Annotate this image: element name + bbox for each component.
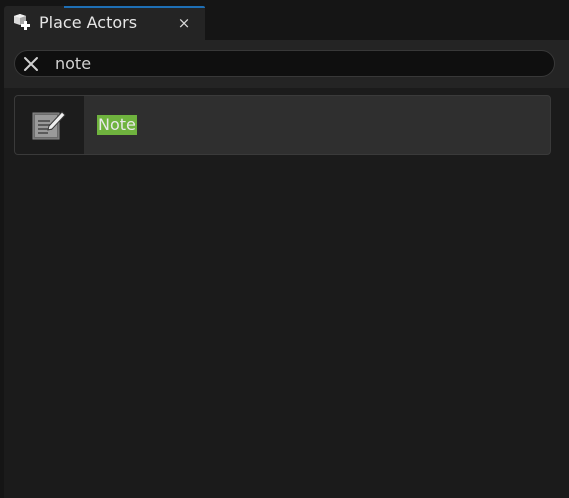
result-thumbnail [15, 96, 84, 154]
result-label: Note [97, 115, 137, 135]
search-box[interactable] [14, 50, 555, 77]
close-icon [24, 57, 38, 71]
tab-active-indicator [64, 6, 205, 8]
place-actors-icon [10, 12, 32, 34]
tab-place-actors[interactable]: Place Actors × [4, 6, 205, 40]
close-tab-button[interactable]: × [174, 13, 194, 33]
tab-title: Place Actors [39, 13, 138, 32]
results-list: Note [14, 95, 551, 155]
search-input[interactable] [55, 51, 535, 76]
clear-search-button[interactable] [21, 54, 41, 74]
note-icon [32, 111, 66, 140]
tab-bar: Place Actors × [0, 0, 569, 40]
list-item-note[interactable]: Note [14, 95, 551, 155]
search-bar [4, 40, 569, 88]
place-actors-window: Place Actors × note Note [0, 0, 569, 498]
place-actors-panel: Note [4, 40, 569, 498]
